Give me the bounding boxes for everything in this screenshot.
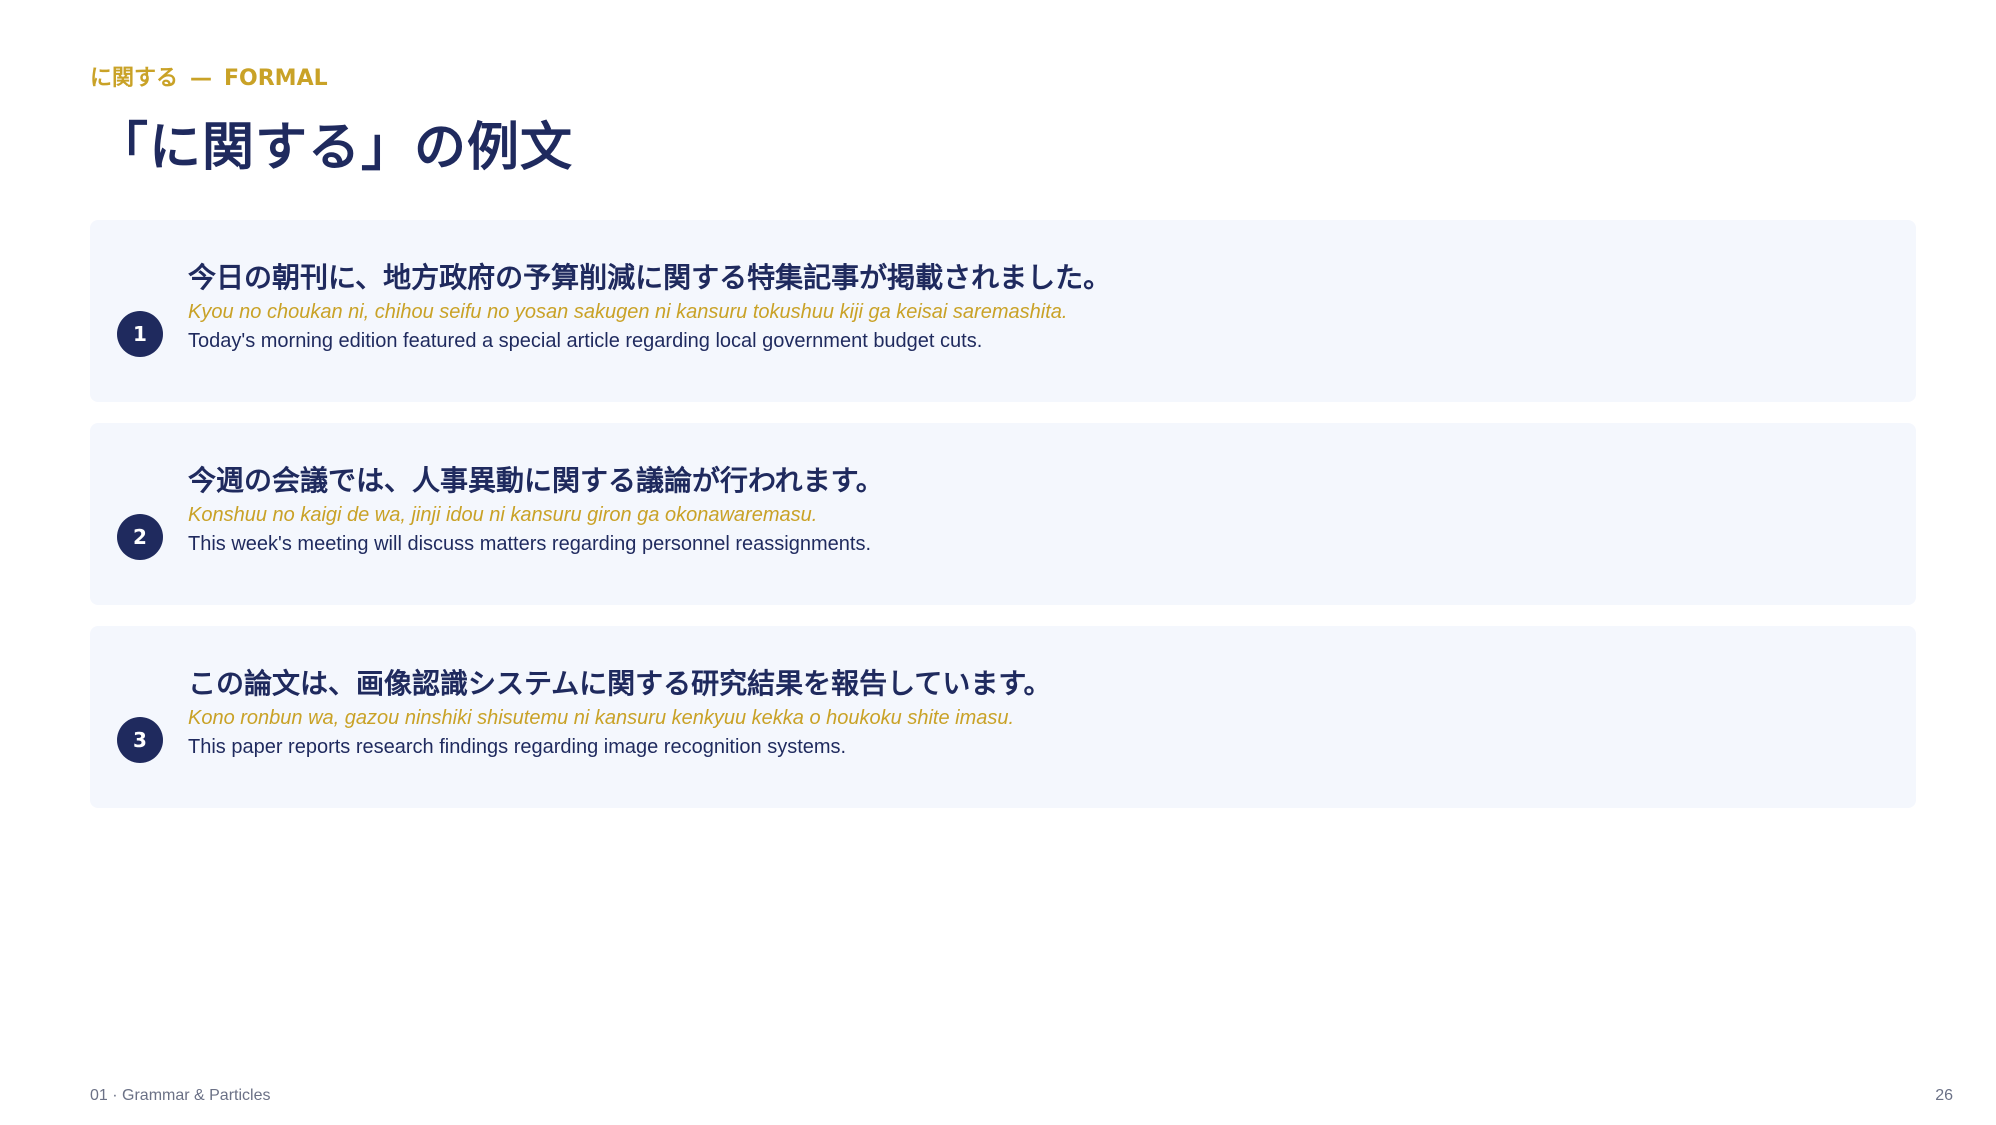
example-number-badge: 1 xyxy=(117,311,163,357)
example-card-2: 2 今週の会議では、人事異動に関する議論が行われます。 Konshuu no k… xyxy=(90,423,1916,605)
example-japanese: 今週の会議では、人事異動に関する議論が行われます。 xyxy=(188,464,884,497)
footer-page-number: 26 xyxy=(1935,1087,1953,1104)
example-english: This week's meeting will discuss matters… xyxy=(188,533,871,555)
eyebrow-separator: — xyxy=(190,66,213,91)
example-japanese: この論文は、画像認識システムに関する研究結果を報告しています。 xyxy=(188,667,1052,700)
example-romaji: Konshuu no kaigi de wa, jinji idou ni ka… xyxy=(188,504,818,526)
example-number-badge: 3 xyxy=(117,717,163,763)
slide-eyebrow: に関する — FORMAL xyxy=(90,63,328,95)
example-english: This paper reports research findings reg… xyxy=(188,736,847,758)
footer-section-label: 01 · Grammar & Particles xyxy=(90,1087,271,1104)
example-english: Today's morning edition featured a speci… xyxy=(188,330,983,352)
eyebrow-term: に関する xyxy=(90,66,179,91)
example-card-3: 3 この論文は、画像認識システムに関する研究結果を報告しています。 Kono r… xyxy=(90,626,1916,808)
example-romaji: Kono ronbun wa, gazou ninshiki shisutemu… xyxy=(188,707,1015,729)
example-list: 1 今日の朝刊に、地方政府の予算削減に関する特集記事が掲載されました。 Kyou… xyxy=(90,220,1916,829)
example-card-1: 1 今日の朝刊に、地方政府の予算削減に関する特集記事が掲載されました。 Kyou… xyxy=(90,220,1916,402)
page-title: 「に関する」の例文 xyxy=(96,117,574,178)
example-text: 今週の会議では、人事異動に関する議論が行われます。 Konshuu no kai… xyxy=(188,461,1876,559)
example-japanese: 今日の朝刊に、地方政府の予算削減に関する特集記事が掲載されました。 xyxy=(188,261,1112,294)
example-text: 今日の朝刊に、地方政府の予算削減に関する特集記事が掲載されました。 Kyou n… xyxy=(188,258,1876,356)
slide: に関する — FORMAL 「に関する」の例文 1 今日の朝刊に、地方政府の予算削減… xyxy=(0,0,1996,1125)
example-romaji: Kyou no choukan ni, chihou seifu no yosa… xyxy=(188,301,1068,323)
example-number-badge: 2 xyxy=(117,514,163,560)
example-text: この論文は、画像認識システムに関する研究結果を報告しています。 Kono ron… xyxy=(188,664,1876,762)
eyebrow-register: FORMAL xyxy=(224,66,328,91)
